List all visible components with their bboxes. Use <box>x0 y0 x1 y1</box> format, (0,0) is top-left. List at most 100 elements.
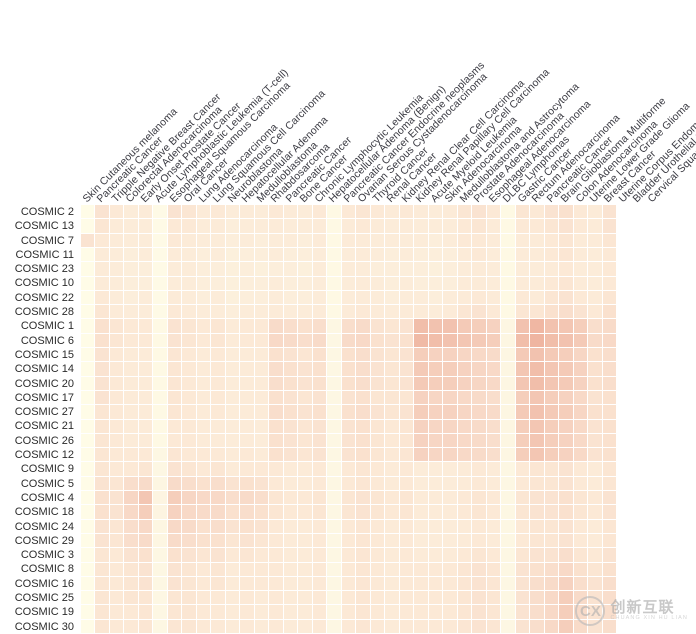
heatmap-cell[interactable] <box>573 491 589 506</box>
heatmap-cell[interactable] <box>501 390 516 406</box>
heatmap-cell[interactable] <box>399 333 415 348</box>
heatmap-cell[interactable] <box>602 276 617 291</box>
heatmap-cell[interactable] <box>602 405 617 420</box>
heatmap-cell[interactable] <box>240 362 255 377</box>
heatmap-cell[interactable] <box>385 319 400 334</box>
heatmap-cell[interactable] <box>588 605 603 620</box>
heatmap-cell[interactable] <box>138 462 154 477</box>
heatmap-cell[interactable] <box>240 562 255 577</box>
heatmap-cell[interactable] <box>327 462 342 477</box>
heatmap-cell[interactable] <box>428 376 444 391</box>
heatmap-cell[interactable] <box>530 305 545 320</box>
heatmap-cell[interactable] <box>428 433 444 449</box>
heatmap-cell[interactable] <box>240 591 255 606</box>
heatmap-cell[interactable] <box>588 305 603 320</box>
heatmap-cell[interactable] <box>530 290 545 306</box>
heatmap-cell[interactable] <box>283 219 299 234</box>
heatmap-cell[interactable] <box>501 362 516 377</box>
heatmap-cell[interactable] <box>414 562 429 577</box>
heatmap-cell[interactable] <box>356 548 371 563</box>
heatmap-cell[interactable] <box>573 519 589 534</box>
heatmap-cell[interactable] <box>327 405 342 420</box>
heatmap-cell[interactable] <box>312 605 328 620</box>
heatmap-cell[interactable] <box>559 491 574 506</box>
heatmap-cell[interactable] <box>573 247 589 263</box>
heatmap-cell[interactable] <box>399 476 415 491</box>
heatmap-cell[interactable] <box>283 562 299 577</box>
heatmap-cell[interactable] <box>544 619 560 634</box>
heatmap-cell[interactable] <box>283 376 299 391</box>
heatmap-cell[interactable] <box>81 405 96 420</box>
heatmap-cell[interactable] <box>399 205 415 220</box>
heatmap-cell[interactable] <box>95 362 110 377</box>
heatmap-cell[interactable] <box>573 462 589 477</box>
heatmap-cell[interactable] <box>283 247 299 263</box>
heatmap-cell[interactable] <box>81 233 96 248</box>
heatmap-cell[interactable] <box>298 462 313 477</box>
heatmap-cell[interactable] <box>167 233 183 248</box>
heatmap-cell[interactable] <box>573 348 589 363</box>
heatmap-cell[interactable] <box>95 562 110 577</box>
heatmap-cell[interactable] <box>254 348 270 363</box>
heatmap-cell[interactable] <box>573 619 589 634</box>
heatmap-cell[interactable] <box>269 433 284 449</box>
heatmap-cell[interactable] <box>211 219 226 234</box>
heatmap-cell[interactable] <box>138 562 154 577</box>
heatmap-cell[interactable] <box>269 290 284 306</box>
heatmap-cell[interactable] <box>298 205 313 220</box>
heatmap-cell[interactable] <box>240 233 255 248</box>
heatmap-cell[interactable] <box>588 333 603 348</box>
heatmap-cell[interactable] <box>544 548 560 563</box>
heatmap-cell[interactable] <box>457 405 473 420</box>
heatmap-cell[interactable] <box>515 262 531 277</box>
heatmap-cell[interactable] <box>254 619 270 634</box>
heatmap-cell[interactable] <box>370 591 386 606</box>
heatmap-cell[interactable] <box>370 462 386 477</box>
heatmap-cell[interactable] <box>414 548 429 563</box>
heatmap-cell[interactable] <box>486 376 502 391</box>
heatmap-cell[interactable] <box>254 448 270 463</box>
heatmap-cell[interactable] <box>472 219 487 234</box>
heatmap-cell[interactable] <box>515 576 531 592</box>
heatmap-cell[interactable] <box>559 419 574 434</box>
heatmap-cell[interactable] <box>385 262 400 277</box>
heatmap-cell[interactable] <box>501 548 516 563</box>
heatmap-cell[interactable] <box>95 605 110 620</box>
heatmap-cell[interactable] <box>95 519 110 534</box>
heatmap-cell[interactable] <box>385 247 400 263</box>
heatmap-cell[interactable] <box>544 519 560 534</box>
heatmap-cell[interactable] <box>385 605 400 620</box>
heatmap-cell[interactable] <box>269 562 284 577</box>
heatmap-cell[interactable] <box>124 205 139 220</box>
heatmap-cell[interactable] <box>414 233 429 248</box>
heatmap-cell[interactable] <box>399 605 415 620</box>
heatmap-cell[interactable] <box>211 405 226 420</box>
heatmap-cell[interactable] <box>153 476 168 491</box>
heatmap-cell[interactable] <box>341 262 357 277</box>
heatmap-cell[interactable] <box>602 247 617 263</box>
heatmap-cell[interactable] <box>182 476 197 491</box>
heatmap-cell[interactable] <box>573 419 589 434</box>
heatmap-cell[interactable] <box>109 390 125 406</box>
heatmap-cell[interactable] <box>385 462 400 477</box>
heatmap-cell[interactable] <box>81 476 96 491</box>
heatmap-cell[interactable] <box>559 305 574 320</box>
heatmap-cell[interactable] <box>312 491 328 506</box>
heatmap-cell[interactable] <box>138 433 154 449</box>
heatmap-cell[interactable] <box>327 276 342 291</box>
heatmap-cell[interactable] <box>81 305 96 320</box>
heatmap-cell[interactable] <box>182 533 197 549</box>
heatmap-cell[interactable] <box>269 548 284 563</box>
heatmap-cell[interactable] <box>385 548 400 563</box>
heatmap-cell[interactable] <box>356 491 371 506</box>
heatmap-cell[interactable] <box>109 605 125 620</box>
heatmap-cell[interactable] <box>240 619 255 634</box>
heatmap-cell[interactable] <box>356 476 371 491</box>
heatmap-cell[interactable] <box>138 333 154 348</box>
heatmap-cell[interactable] <box>356 448 371 463</box>
heatmap-cell[interactable] <box>414 276 429 291</box>
heatmap-cell[interactable] <box>428 519 444 534</box>
heatmap-cell[interactable] <box>240 262 255 277</box>
heatmap-cell[interactable] <box>443 505 458 520</box>
heatmap-cell[interactable] <box>501 348 516 363</box>
